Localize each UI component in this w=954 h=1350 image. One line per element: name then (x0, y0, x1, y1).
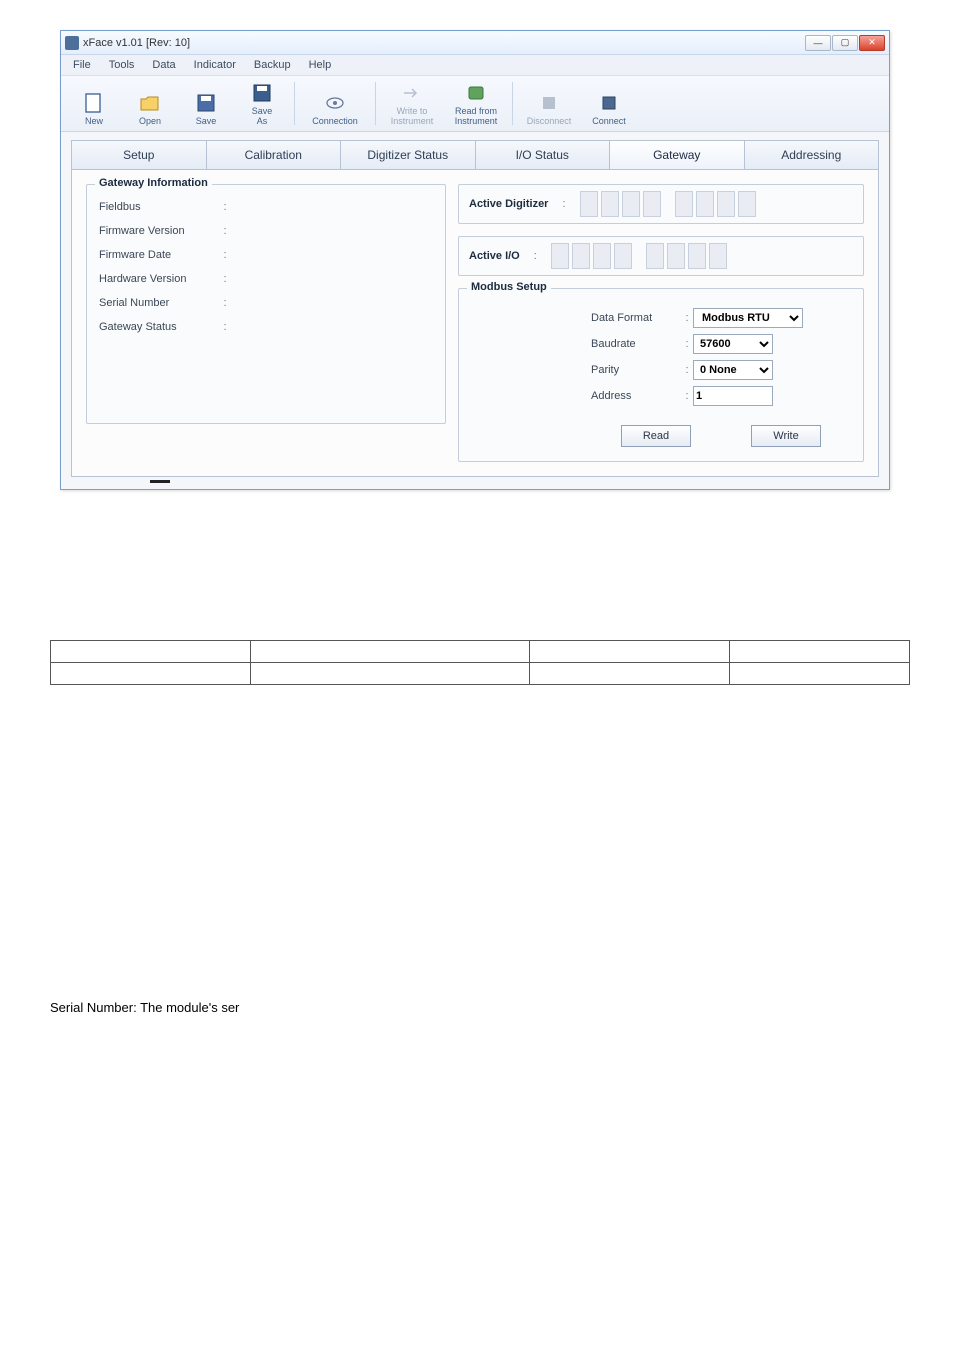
tab-addressing[interactable]: Addressing (745, 141, 879, 169)
connection-button[interactable]: Connection (300, 80, 370, 127)
baudrate-label: Baudrate (591, 338, 681, 350)
disconnect-button[interactable]: Disconnect (518, 80, 580, 127)
io-slot (572, 243, 590, 269)
close-button[interactable]: ✕ (859, 35, 885, 51)
connect-icon (598, 92, 620, 114)
connect-button[interactable]: Connect (582, 80, 636, 127)
write-icon (401, 82, 423, 104)
active-digitizer-group: Active Digitizer : (458, 184, 864, 224)
parity-label: Parity (591, 364, 681, 376)
dash-mark (150, 480, 170, 483)
tab-digitizer-status[interactable]: Digitizer Status (341, 141, 476, 169)
menu-tools[interactable]: Tools (103, 57, 141, 73)
io-slot (646, 243, 664, 269)
menu-help[interactable]: Help (303, 57, 338, 73)
gateway-status-label: Gateway Status (99, 321, 219, 333)
read-button[interactable]: Read (621, 425, 691, 447)
baudrate-select[interactable]: 57600 (693, 334, 773, 354)
menubar: File Tools Data Indicator Backup Help (61, 55, 889, 76)
read-icon (465, 82, 487, 104)
digitizer-slot (601, 191, 619, 217)
digitizer-slot (675, 191, 693, 217)
doc-body-text: Serial Number: The module's ser (50, 1000, 239, 1015)
open-button[interactable]: Open (123, 80, 177, 127)
save-as-icon (251, 82, 273, 104)
io-slot (688, 243, 706, 269)
digitizer-slot (580, 191, 598, 217)
new-button[interactable]: New (67, 80, 121, 127)
firmware-date-label: Firmware Date (99, 249, 219, 261)
tab-gateway[interactable]: Gateway (610, 141, 745, 169)
io-slot (614, 243, 632, 269)
save-as-button[interactable]: Save As (235, 80, 289, 127)
io-slot (667, 243, 685, 269)
hardware-version-label: Hardware Version (99, 273, 219, 285)
titlebar: xFace v1.01 [Rev: 10] — ▢ ✕ (61, 31, 889, 55)
active-digitizer-label: Active Digitizer (469, 198, 548, 210)
digitizer-slot (717, 191, 735, 217)
connection-icon (324, 92, 346, 114)
parity-select[interactable]: 0 None (693, 360, 773, 380)
menu-backup[interactable]: Backup (248, 57, 297, 73)
app-icon (65, 36, 79, 50)
doc-table (50, 640, 910, 685)
modbus-setup-title: Modbus Setup (467, 281, 551, 293)
tab-io-status[interactable]: I/O Status (476, 141, 611, 169)
tab-setup[interactable]: Setup (72, 141, 207, 169)
write-button[interactable]: Write (751, 425, 821, 447)
window-title: xFace v1.01 [Rev: 10] (83, 37, 190, 49)
digitizer-slot (696, 191, 714, 217)
new-icon (83, 92, 105, 114)
active-io-label: Active I/O (469, 250, 520, 262)
tab-bar: Setup Calibration Digitizer Status I/O S… (71, 140, 879, 169)
address-label: Address (591, 390, 681, 402)
gateway-information-title: Gateway Information (95, 177, 212, 189)
data-format-label: Data Format (591, 312, 681, 324)
save-icon (195, 92, 217, 114)
open-icon (139, 92, 161, 114)
menu-data[interactable]: Data (146, 57, 181, 73)
io-slot (593, 243, 611, 269)
write-to-instrument-button[interactable]: Write to Instrument (381, 80, 443, 127)
disconnect-icon (538, 92, 560, 114)
data-format-select[interactable]: Modbus RTU (693, 308, 803, 328)
menu-file[interactable]: File (67, 57, 97, 73)
digitizer-slot (738, 191, 756, 217)
address-input[interactable] (693, 386, 773, 406)
digitizer-slot (643, 191, 661, 217)
maximize-button[interactable]: ▢ (832, 35, 858, 51)
toolbar: New Open Save Save As Connection Write t… (61, 76, 889, 132)
serial-number-label: Serial Number (99, 297, 219, 309)
firmware-version-label: Firmware Version (99, 225, 219, 237)
active-io-group: Active I/O : (458, 236, 864, 276)
io-slot (551, 243, 569, 269)
fieldbus-label: Fieldbus (99, 201, 219, 213)
gateway-information-group: Gateway Information Fieldbus: Firmware V… (86, 184, 446, 424)
minimize-button[interactable]: — (805, 35, 831, 51)
digitizer-slot (622, 191, 640, 217)
modbus-setup-group: Modbus Setup Data Format : Modbus RTU Ba… (458, 288, 864, 462)
tab-calibration[interactable]: Calibration (207, 141, 342, 169)
menu-indicator[interactable]: Indicator (188, 57, 242, 73)
read-from-instrument-button[interactable]: Read from Instrument (445, 80, 507, 127)
io-slot (709, 243, 727, 269)
save-button[interactable]: Save (179, 80, 233, 127)
